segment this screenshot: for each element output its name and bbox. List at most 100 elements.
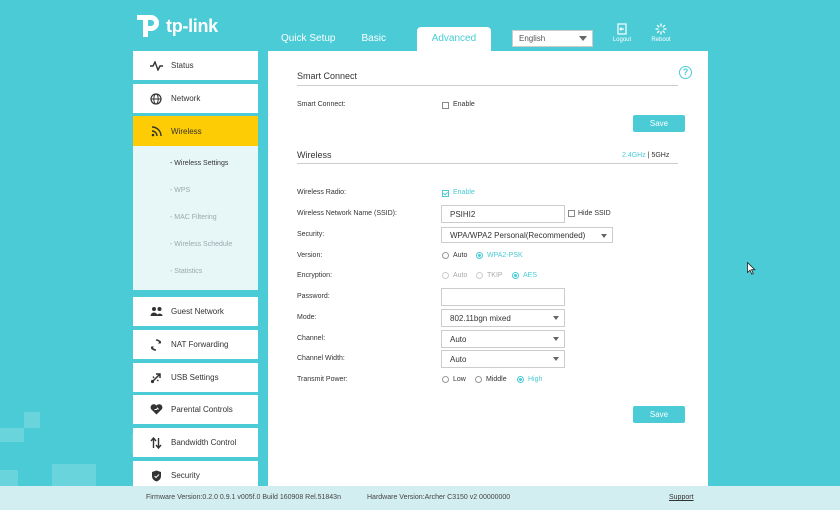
- pulse-icon: [149, 59, 163, 73]
- footer: Firmware Version:0.2.0 0.9.1 v005f.0 Bui…: [0, 486, 840, 510]
- version-wpa2-label: WPA2-PSK: [487, 252, 523, 259]
- mode-label: Mode:: [297, 314, 317, 321]
- logout-button[interactable]: Logout: [607, 23, 637, 43]
- sidebar-item-nat-forwarding[interactable]: NAT Forwarding: [133, 330, 258, 359]
- background-decoration: [24, 412, 40, 428]
- power-low-label: Low: [453, 376, 466, 383]
- submenu-wireless-schedule[interactable]: - Wireless Schedule: [170, 241, 232, 248]
- hardware-version: Hardware Version:Archer C3150 v2 0000000…: [367, 494, 511, 501]
- wireless-title: Wireless: [297, 150, 332, 160]
- tp-link-logo: tp-link: [134, 12, 218, 40]
- encryption-tkip-label: TKIP: [487, 272, 503, 279]
- wireless-submenu: - Wireless Settings - WPS - MAC Filterin…: [133, 146, 258, 290]
- sidebar-item-label: NAT Forwarding: [171, 340, 229, 349]
- submenu-wps[interactable]: - WPS: [170, 187, 190, 194]
- smart-connect-title: Smart Connect: [297, 71, 358, 81]
- sidebar-item-label: Bandwidth Control: [171, 438, 237, 447]
- channel-width-label: Channel Width:: [297, 355, 345, 362]
- language-select[interactable]: English: [512, 30, 593, 47]
- reboot-icon: [655, 23, 667, 35]
- wireless-radio-checkbox[interactable]: [442, 190, 449, 197]
- logout-label: Logout: [612, 37, 632, 43]
- sidebar-item-label: Network: [171, 94, 201, 103]
- wireless-radio-label: Wireless Radio:: [297, 189, 347, 196]
- brand-name: tp-link: [166, 15, 218, 36]
- band-switch: 2.4GHz | 5GHz: [622, 152, 669, 159]
- band-5ghz-tab[interactable]: 5GHz: [651, 152, 669, 159]
- encryption-auto-label: Auto: [453, 272, 468, 279]
- tp-link-logo-icon: [137, 15, 159, 37]
- version-auto-radio[interactable]: [442, 252, 449, 259]
- mouse-cursor-icon: [747, 262, 756, 275]
- encryption-tkip-radio[interactable]: [476, 272, 483, 279]
- hide-ssid-label: Hide SSID: [578, 210, 611, 217]
- firmware-version: Firmware Version:0.2.0 0.9.1 v005f.0 Bui…: [146, 494, 341, 501]
- usb-icon: [149, 371, 163, 385]
- tab-quick-setup[interactable]: Quick Setup: [268, 27, 348, 51]
- section-divider: [297, 85, 678, 86]
- smart-connect-save-button[interactable]: Save: [633, 115, 685, 132]
- security-select[interactable]: WPA/WPA2 Personal(Recommended): [441, 227, 613, 243]
- power-low-radio[interactable]: [442, 376, 449, 383]
- hide-ssid-checkbox[interactable]: [568, 210, 575, 217]
- heart-icon: [149, 403, 163, 417]
- tab-advanced[interactable]: Advanced: [416, 27, 491, 51]
- password-input[interactable]: [441, 288, 565, 306]
- smart-connect-enable-label: Enable: [453, 101, 475, 108]
- sidebar-item-bandwidth-control[interactable]: Bandwidth Control: [133, 428, 258, 457]
- channel-select[interactable]: Auto: [441, 330, 565, 348]
- submenu-mac-filtering[interactable]: - MAC Filtering: [170, 214, 217, 221]
- band-24ghz-tab[interactable]: 2.4GHz: [622, 152, 646, 159]
- channel-width-select[interactable]: Auto: [441, 350, 565, 368]
- encryption-label: Encryption:: [297, 272, 333, 279]
- version-wpa2-radio[interactable]: [476, 252, 483, 259]
- help-icon[interactable]: ?: [679, 66, 692, 79]
- power-high-radio[interactable]: [517, 376, 524, 383]
- sidebar-item-usb-settings[interactable]: USB Settings: [133, 363, 258, 392]
- nat-icon: [149, 338, 163, 352]
- sidebar-item-network[interactable]: Network: [133, 84, 258, 113]
- sidebar-item-guest-network[interactable]: Guest Network: [133, 297, 258, 326]
- globe-icon: [149, 92, 163, 106]
- sidebar-item-label: USB Settings: [171, 373, 219, 382]
- smart-connect-label: Smart Connect:: [297, 101, 346, 108]
- updown-arrows-icon: [149, 436, 163, 450]
- power-middle-label: Middle: [486, 376, 507, 383]
- submenu-wireless-settings[interactable]: - Wireless Settings: [170, 160, 228, 167]
- power-high-label: High: [528, 376, 543, 383]
- sidebar-item-label: Guest Network: [171, 307, 224, 316]
- main-panel: Smart Connect ? Smart Connect: Enable Sa…: [268, 51, 708, 491]
- sidebar-item-label: Parental Controls: [171, 405, 233, 414]
- support-link[interactable]: Support: [669, 494, 694, 501]
- ssid-input[interactable]: PSIHI2: [441, 205, 565, 223]
- language-value: English: [519, 34, 546, 43]
- guests-icon: [149, 305, 163, 319]
- security-label: Security:: [297, 231, 325, 238]
- channel-label: Channel:: [297, 335, 326, 342]
- submenu-statistics[interactable]: - Statistics: [170, 268, 202, 275]
- mode-select[interactable]: 802.11bgn mixed: [441, 309, 565, 327]
- shield-icon: [149, 469, 163, 483]
- sidebar-item-parental-controls[interactable]: Parental Controls: [133, 395, 258, 424]
- tab-basic[interactable]: Basic: [348, 27, 398, 51]
- encryption-aes-radio[interactable]: [512, 272, 519, 279]
- power-middle-radio[interactable]: [475, 376, 482, 383]
- reboot-button[interactable]: Reboot: [646, 23, 676, 43]
- channel-width-value: Auto: [450, 355, 467, 364]
- security-value: WPA/WPA2 Personal(Recommended): [450, 231, 586, 240]
- chevron-down-icon: [579, 36, 587, 41]
- transmit-power-label: Transmit Power:: [297, 376, 348, 383]
- sidebar-item-status[interactable]: Status: [133, 51, 258, 80]
- sidebar-item-wireless[interactable]: Wireless: [133, 116, 258, 146]
- background-decoration: [0, 428, 24, 442]
- sidebar-item-label: Security: [171, 471, 200, 480]
- chevron-down-icon: [553, 357, 559, 361]
- password-label: Password:: [297, 293, 330, 300]
- wireless-radio-enable-label: Enable: [453, 189, 475, 196]
- version-auto-label: Auto: [453, 252, 468, 259]
- smart-connect-checkbox[interactable]: [442, 102, 449, 109]
- mode-value: 802.11bgn mixed: [450, 314, 511, 323]
- wireless-save-button[interactable]: Save: [633, 406, 685, 423]
- encryption-auto-radio[interactable]: [442, 272, 449, 279]
- version-label: Version:: [297, 252, 323, 259]
